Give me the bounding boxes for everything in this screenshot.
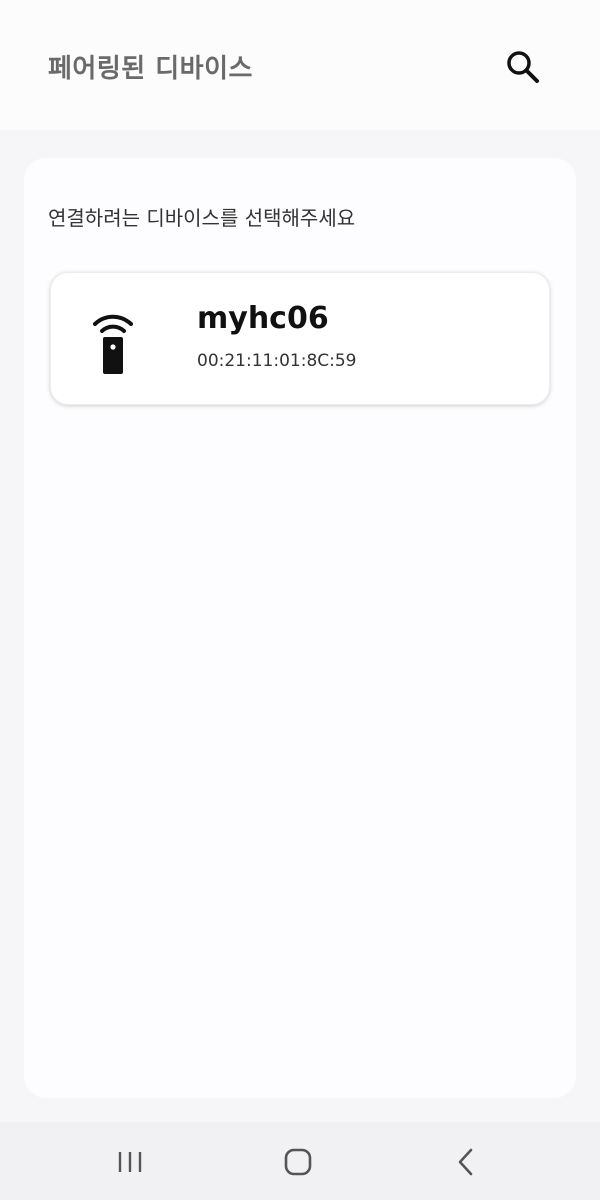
back-icon [458, 1148, 473, 1176]
recent-apps-button[interactable] [105, 1140, 155, 1184]
system-navigation-bar [0, 1122, 600, 1200]
screen: 페어링된 디바이스 연결하려는 디바이스를 선택해주세요 myhc06 00:2… [0, 0, 600, 1200]
page-title: 페어링된 디바이스 [48, 54, 253, 84]
device-list-item[interactable]: myhc06 00:21:11:01:8C:59 [50, 272, 550, 405]
device-address: 00:21:11:01:8C:59 [197, 351, 357, 371]
search-button[interactable] [500, 44, 546, 90]
back-button[interactable] [441, 1140, 491, 1184]
device-name: myhc06 [197, 301, 329, 336]
search-icon [507, 51, 539, 83]
wireless-remote-icon [93, 314, 133, 374]
home-icon [284, 1148, 312, 1176]
device-list-panel: 연결하려는 디바이스를 선택해주세요 myhc06 00:21:11:01:8C… [24, 158, 576, 1098]
home-button[interactable] [273, 1140, 323, 1184]
recent-apps-icon [118, 1152, 142, 1172]
app-header: 페어링된 디바이스 [0, 0, 600, 130]
instruction-text: 연결하려는 디바이스를 선택해주세요 [48, 206, 356, 230]
